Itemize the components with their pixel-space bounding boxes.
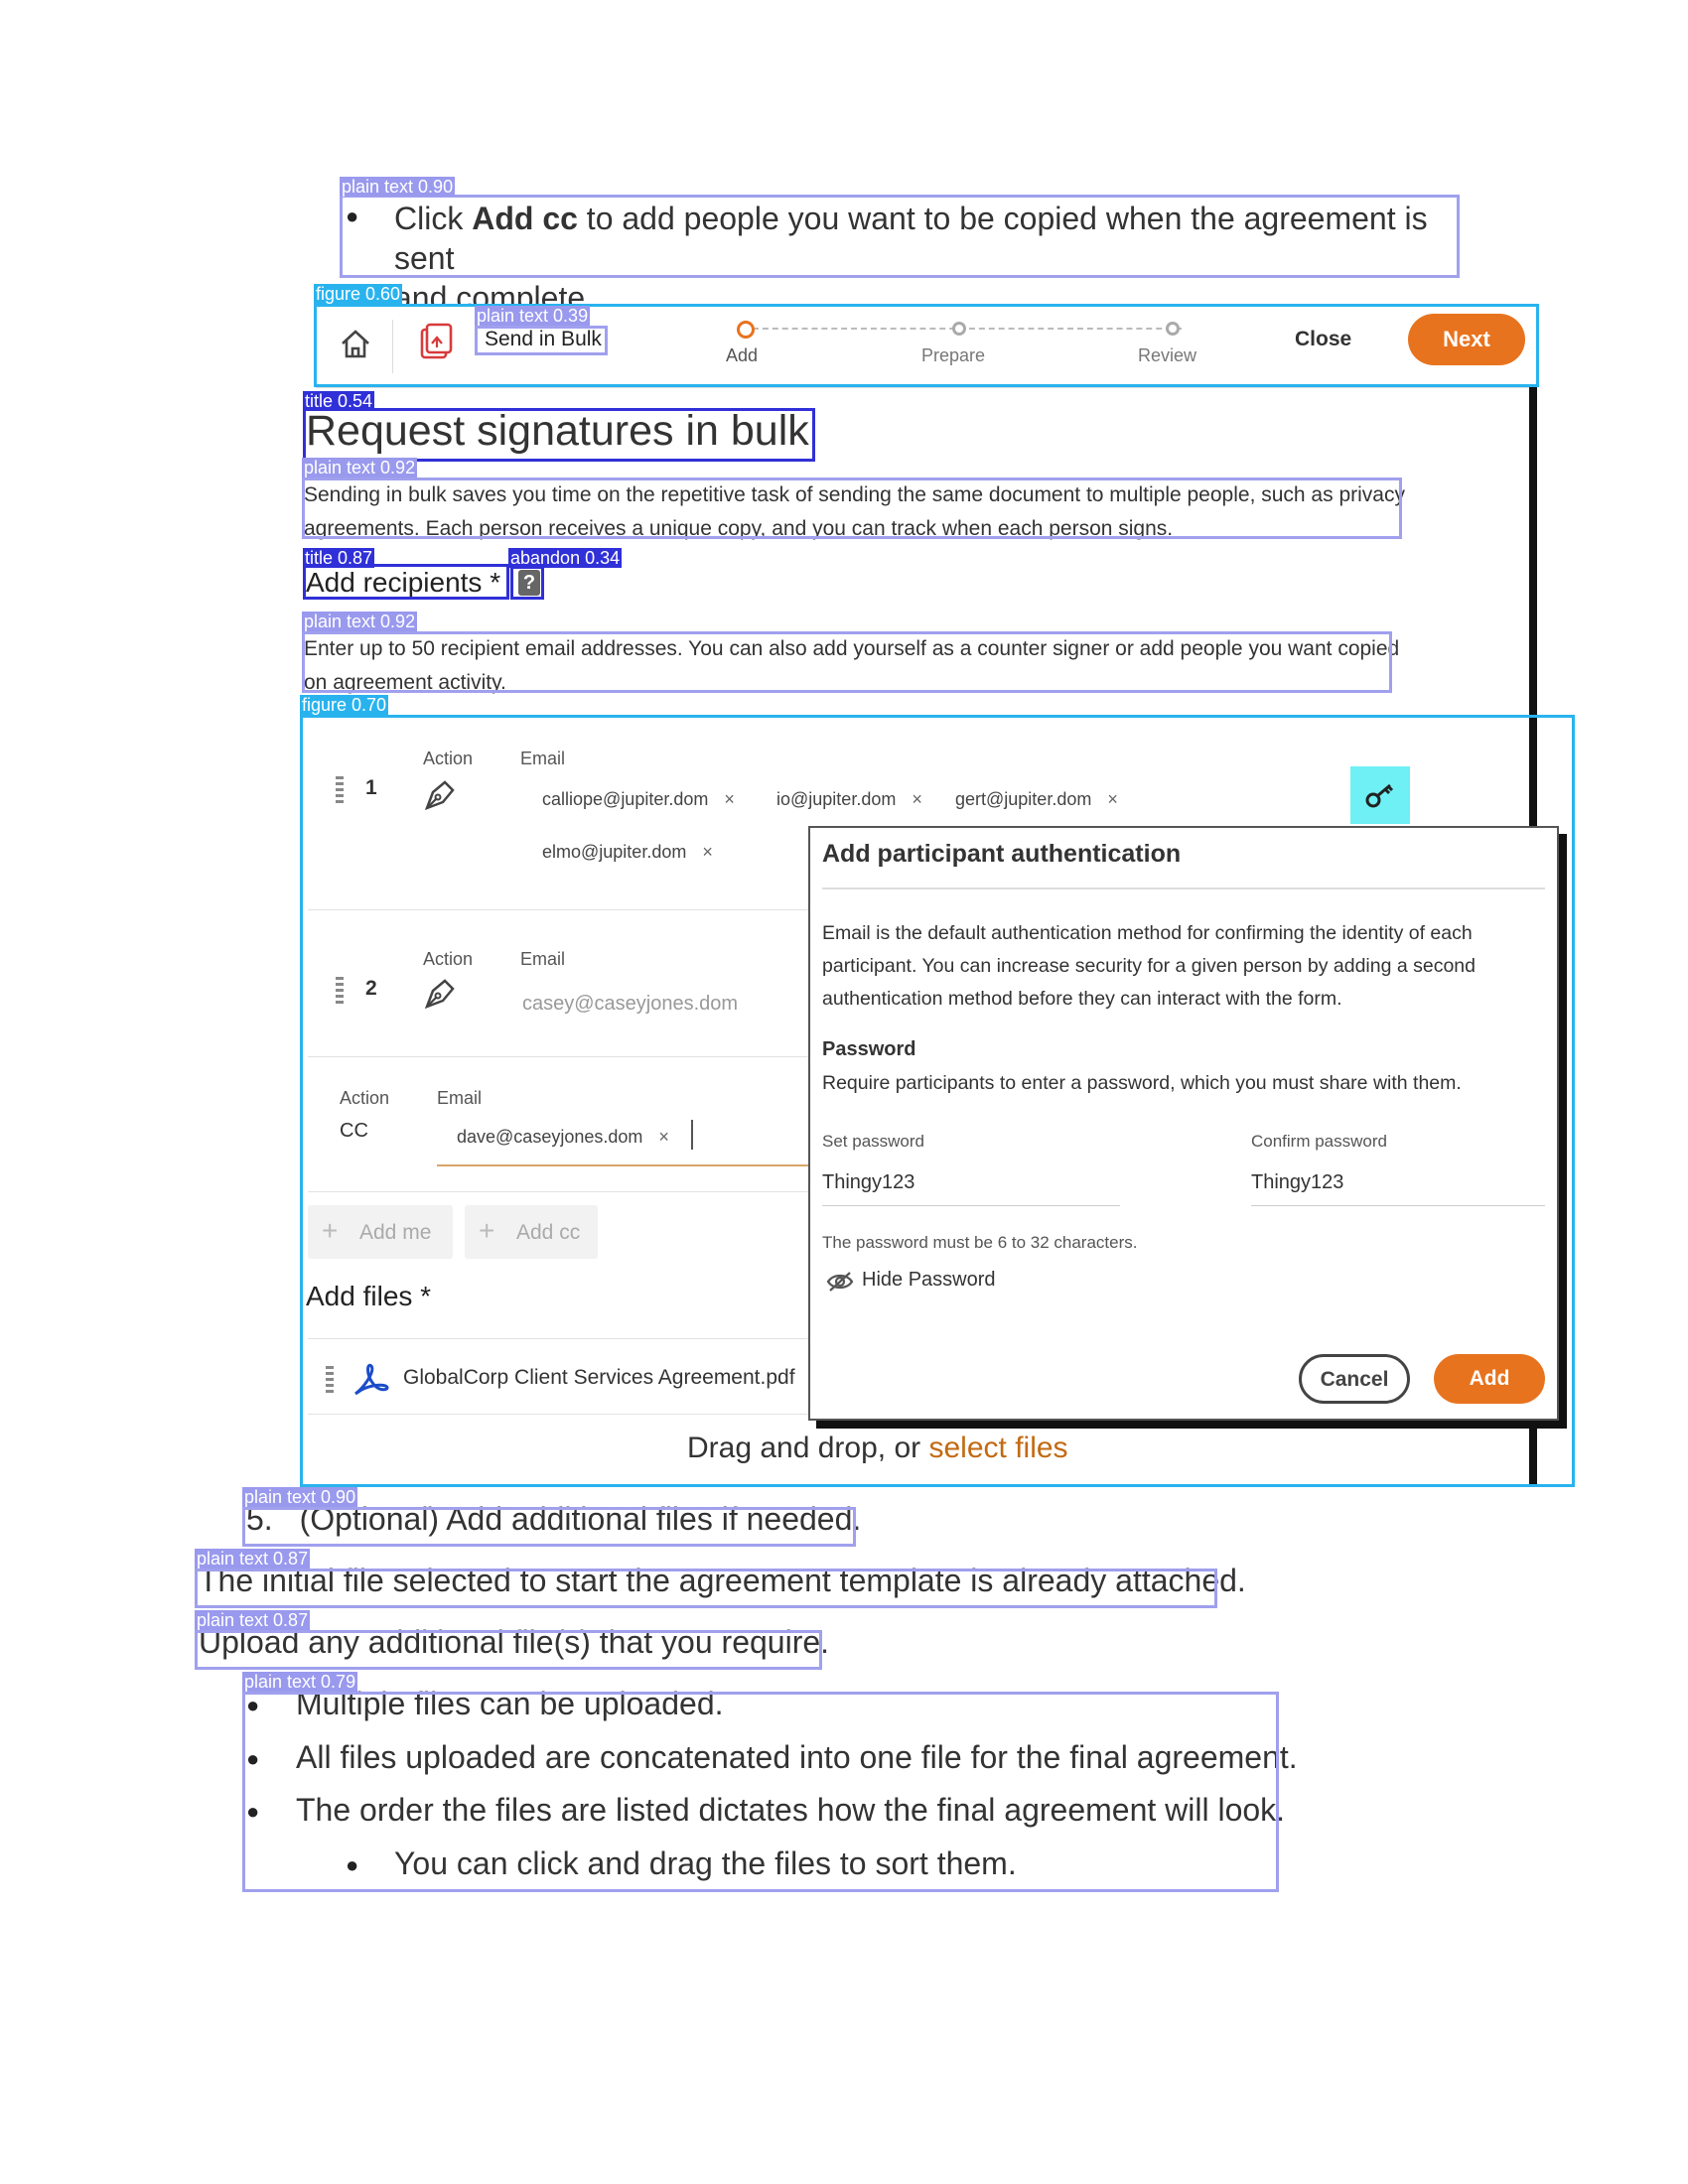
detection-label: plain text 0.87 [195, 1610, 311, 1630]
detection-box [510, 566, 544, 600]
detection-label: plain text 0.90 [242, 1487, 358, 1507]
detection-label: plain text 0.92 [302, 612, 418, 631]
detection-label: plain text 0.90 [340, 177, 456, 197]
detection-box [340, 195, 1460, 278]
detection-label: abandon 0.34 [508, 548, 623, 568]
detection-box [242, 1692, 1279, 1892]
detection-label: plain text 0.87 [195, 1549, 311, 1569]
detection-label: title 0.54 [303, 391, 375, 411]
detection-box [300, 715, 1575, 1487]
detection-label: title 0.87 [303, 548, 375, 568]
detection-label: plain text 0.92 [302, 458, 418, 478]
detection-box [303, 564, 509, 600]
detection-box [195, 1569, 1217, 1608]
detection-box [195, 1630, 822, 1670]
detection-label: figure 0.70 [300, 695, 389, 715]
detection-label: figure 0.60 [314, 284, 403, 304]
detection-box [302, 478, 1402, 539]
detection-box [242, 1507, 856, 1547]
detection-label: plain text 0.39 [475, 306, 591, 326]
detection-box [302, 631, 1392, 693]
detection-label: plain text 0.79 [242, 1672, 358, 1692]
detection-box [475, 326, 608, 355]
detection-box [303, 408, 815, 462]
